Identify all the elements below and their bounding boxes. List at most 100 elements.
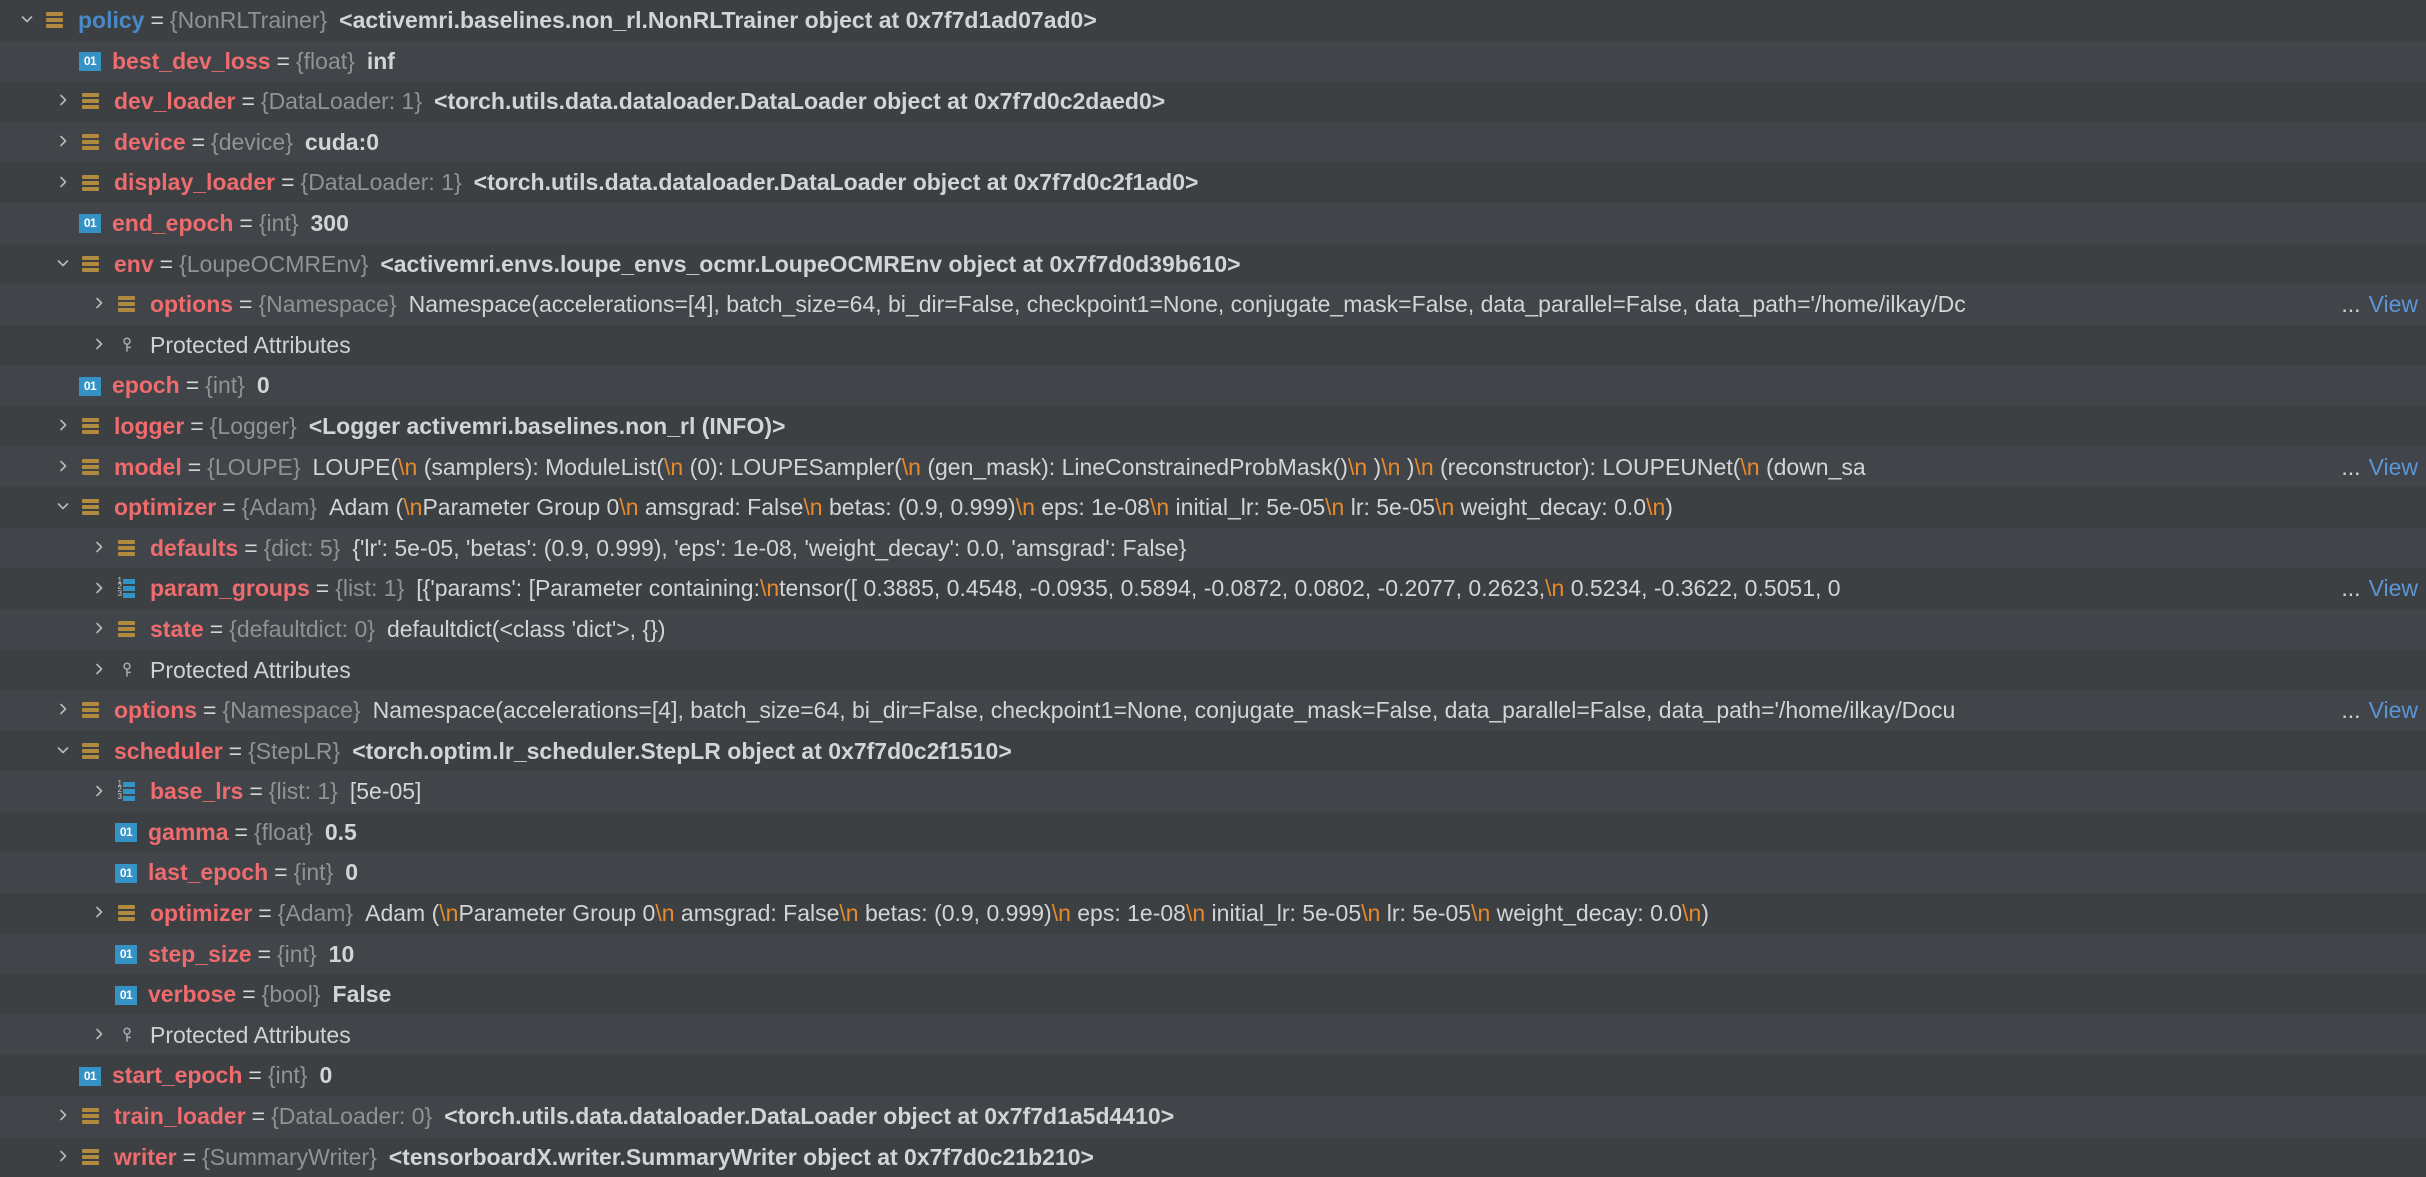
variable-name: gamma xyxy=(148,818,229,845)
variable-row[interactable]: 01 step_size = {int} 10 xyxy=(0,933,2426,975)
chevron-right-icon[interactable] xyxy=(86,657,112,683)
variable-row[interactable]: 01 gamma = {float} 0.5 xyxy=(0,811,2426,853)
variable-name: optimizer xyxy=(150,900,253,927)
variable-name: scheduler xyxy=(114,737,223,764)
variable-value: Adam (\nParameter Group 0\n amsgrad: Fal… xyxy=(329,487,1673,528)
variable-row-content: state = {defaultdict: 0} defaultdict(<class… xyxy=(0,609,2420,650)
variable-row[interactable]: model = {LOUPE} LOUPE(\n (samplers): Module… xyxy=(0,446,2426,488)
variable-row-content: 01 gamma = {float} 0.5 xyxy=(0,812,2420,853)
equals-sign: = xyxy=(257,940,271,967)
variable-row[interactable]: optimizer = {Adam} Adam (\nParameter Group … xyxy=(0,487,2426,528)
variable-row-content: Protected Attributes xyxy=(0,1015,2420,1056)
variable-row-content: optimizer = {Adam} Adam (\nParameter Group … xyxy=(0,487,2420,528)
variable-row[interactable]: 1 2 3 param_groups = {list: 1} [{'params': [Pa… xyxy=(0,568,2426,609)
chevron-right-icon[interactable] xyxy=(50,454,76,480)
primitive-icon: 01 xyxy=(78,376,102,396)
variable-row[interactable]: 01 end_epoch = {int} 300 xyxy=(0,202,2426,244)
chevron-down-icon[interactable] xyxy=(50,494,76,520)
variable-row[interactable]: 01 start_epoch = {int} 0 xyxy=(0,1055,2426,1097)
value-text: (down_sa xyxy=(1759,453,1866,480)
variable-name: state xyxy=(150,615,204,642)
value-text: (0): LOUPESampler( xyxy=(683,453,902,480)
view-link[interactable]: ... View xyxy=(2335,284,2418,325)
value-text: 0.5234, -0.3622, 0.5051, 0 xyxy=(1564,575,1841,602)
variable-row[interactable]: Protected Attributes xyxy=(0,1014,2426,1056)
variable-row[interactable]: logger = {Logger} <Logger activemri.baselin… xyxy=(0,405,2426,447)
chevron-right-icon[interactable] xyxy=(86,900,112,926)
value-text: defaultdict(<class 'dict'>, {}) xyxy=(386,615,666,642)
truncation-ellipsis: ... xyxy=(2341,291,2361,318)
value-text: inf xyxy=(366,47,395,74)
list-icon: 123 xyxy=(114,779,140,804)
value-text: lr: 5e-05 xyxy=(1380,900,1472,927)
variable-row[interactable]: 1 2 3 base_lrs = {list: 1} [5e-05] xyxy=(0,771,2426,812)
variable-type: {NonRLTrainer} xyxy=(169,7,328,33)
value-text: <activemri.baselines.non_rl.NonRLTrainer… xyxy=(339,7,1097,33)
variable-row-content: defaults = {dict: 5} {'lr': 5e-05, 'betas':… xyxy=(0,528,2420,569)
variable-row[interactable]: writer = {SummaryWriter} <tensorboardX.writ… xyxy=(0,1136,2426,1177)
chevron-right-icon[interactable] xyxy=(86,779,112,805)
value-text: Parameter Group 0 xyxy=(458,900,656,927)
variable-row[interactable]: options = {Namespace} Namespace(acceleratio… xyxy=(0,690,2426,731)
primitive-icon: 01 xyxy=(78,213,102,234)
variable-row[interactable]: state = {defaultdict: 0} defaultdict(<class… xyxy=(0,608,2426,650)
protected-attributes-label: Protected Attributes xyxy=(150,1021,351,1048)
variable-row[interactable]: dev_loader = {DataLoader: 1} <torch.utils.d… xyxy=(0,81,2426,122)
variable-type: {SummaryWriter} xyxy=(202,1143,377,1170)
variable-row[interactable]: 01 epoch = {int} 0 xyxy=(0,365,2426,406)
chevron-down-icon[interactable] xyxy=(14,7,40,33)
chevron-down-icon[interactable] xyxy=(50,738,76,764)
debugger-variables-tree[interactable]: policy = {NonRLTrainer} <activemri.baseline… xyxy=(0,0,2426,1177)
chevron-down-icon[interactable] xyxy=(50,251,76,277)
variable-row[interactable]: 01 best_dev_loss = {float} inf xyxy=(0,40,2426,82)
variable-row[interactable]: 01 verbose = {bool} False xyxy=(0,974,2426,1015)
value-text: <activemri.envs.loupe_envs_ocmr.LoupeOCM… xyxy=(380,250,1241,277)
value-text: ) xyxy=(1665,494,1673,521)
variable-row[interactable]: 01 last_epoch = {int} 0 xyxy=(0,852,2426,894)
chevron-right-icon[interactable] xyxy=(50,697,76,723)
variable-row[interactable]: Protected Attributes xyxy=(0,324,2426,366)
variable-row[interactable]: policy = {NonRLTrainer} <activemri.baseline… xyxy=(0,0,2426,41)
variable-row[interactable]: options = {Namespace} Namespace(acceleratio… xyxy=(0,284,2426,325)
view-link[interactable]: ... View xyxy=(2335,690,2418,731)
chevron-right-icon[interactable] xyxy=(50,1144,76,1170)
variable-row-content: device = {device} cuda:0 xyxy=(0,122,2420,163)
view-label: View xyxy=(2368,697,2418,724)
variable-value: inf xyxy=(367,41,395,82)
chevron-right-icon[interactable] xyxy=(50,88,76,114)
chevron-right-icon[interactable] xyxy=(86,291,112,317)
object-icon xyxy=(78,739,104,763)
chevron-right-icon[interactable] xyxy=(86,576,112,602)
chevron-right-icon[interactable] xyxy=(50,170,76,196)
variable-row[interactable]: Protected Attributes xyxy=(0,649,2426,691)
variable-name: device xyxy=(114,128,186,155)
variable-row[interactable]: env = {LoupeOCMREnv} <activemri.envs.loupe_… xyxy=(0,243,2426,285)
variable-row[interactable]: train_loader = {DataLoader: 0} <torch.utils… xyxy=(0,1096,2426,1137)
variable-type: {float} xyxy=(253,818,313,845)
truncation-ellipsis: ... xyxy=(2341,575,2361,602)
chevron-right-icon[interactable] xyxy=(86,616,112,642)
chevron-right-icon[interactable] xyxy=(86,1022,112,1048)
view-link[interactable]: ... View xyxy=(2335,568,2418,609)
variable-value: cuda:0 xyxy=(305,122,379,163)
variable-value: Namespace(accelerations=[4], batch_size=… xyxy=(409,284,1966,325)
equals-sign: = xyxy=(209,615,224,642)
value-text: amsgrad: False xyxy=(638,494,804,521)
value-text: Namespace(accelerations=[4], batch_size=… xyxy=(372,697,1956,724)
chevron-right-icon[interactable] xyxy=(86,332,112,358)
variable-row[interactable]: display_loader = {DataLoader: 1} <torch.uti… xyxy=(0,162,2426,203)
chevron-right-icon[interactable] xyxy=(86,535,112,561)
chevron-right-icon[interactable] xyxy=(50,1103,76,1129)
chevron-right-icon[interactable] xyxy=(50,413,76,439)
variable-row[interactable]: scheduler = {StepLR} <torch.optim.lr_schedu… xyxy=(0,730,2426,772)
variable-row[interactable]: optimizer = {Adam} Adam (\nParameter Group … xyxy=(0,893,2426,934)
view-link[interactable]: ... View xyxy=(2335,446,2418,488)
equals-sign: = xyxy=(185,372,200,399)
variable-row[interactable]: device = {device} cuda:0 xyxy=(0,121,2426,163)
variable-row[interactable]: defaults = {dict: 5} {'lr': 5e-05, 'betas':… xyxy=(0,527,2426,569)
chevron-right-icon[interactable] xyxy=(50,129,76,155)
